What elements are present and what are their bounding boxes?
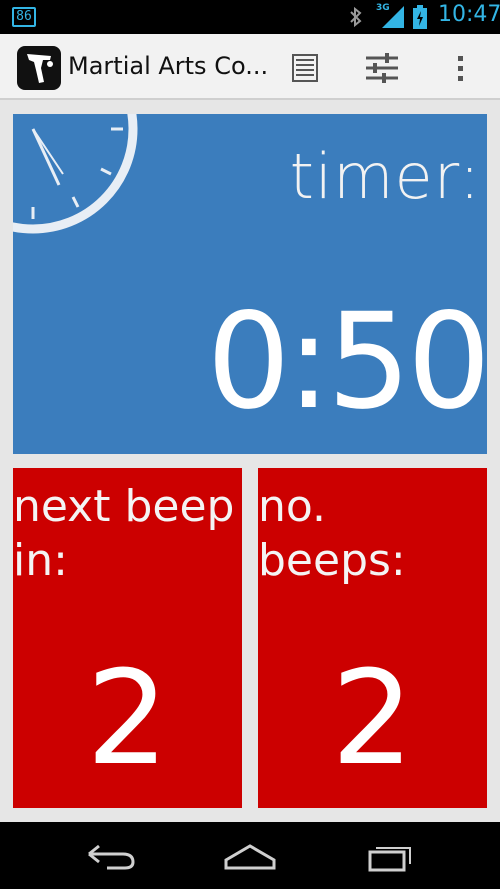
beep-count-label: no. beeps: [258,481,406,586]
timer-value: 0:50 [206,285,487,439]
beep-count-value: 2 [331,642,414,794]
recent-apps-icon [368,847,411,872]
action-bar: Martial Arts Co... [0,34,500,100]
app-logo[interactable] [17,46,61,90]
timer-label: timer: [289,140,481,213]
recent-apps-button[interactable] [360,838,416,874]
beep-count-tile[interactable]: no. beeps: 2 [258,468,487,808]
back-button[interactable] [83,838,139,874]
battery-charging-icon [413,5,427,29]
overflow-menu-icon [458,56,463,81]
bluetooth-icon [350,6,362,28]
next-beep-value: 2 [86,642,169,794]
signal-icon [382,6,404,28]
navigation-bar [0,822,500,889]
app-title: Martial Arts Co... [68,52,269,80]
list-button[interactable] [283,46,327,90]
martial-arts-kick-icon [27,54,53,83]
settings-sliders-button[interactable] [360,46,404,90]
home-button[interactable] [222,838,278,874]
home-icon [224,844,276,870]
next-beep-label: next beep in: [13,481,235,586]
back-icon [88,844,135,870]
clock-icon [13,114,138,234]
list-icon [292,54,318,82]
status-time: 10:47 [438,2,500,27]
sliders-icon [366,53,398,83]
next-beep-tile[interactable]: next beep in: 2 [13,468,242,808]
status-bar: 86 3G 10:47 [0,0,500,34]
overflow-menu-button[interactable] [438,46,482,90]
timer-tile[interactable]: timer: 0:50 [13,114,487,454]
notification-badge: 86 [12,7,36,27]
